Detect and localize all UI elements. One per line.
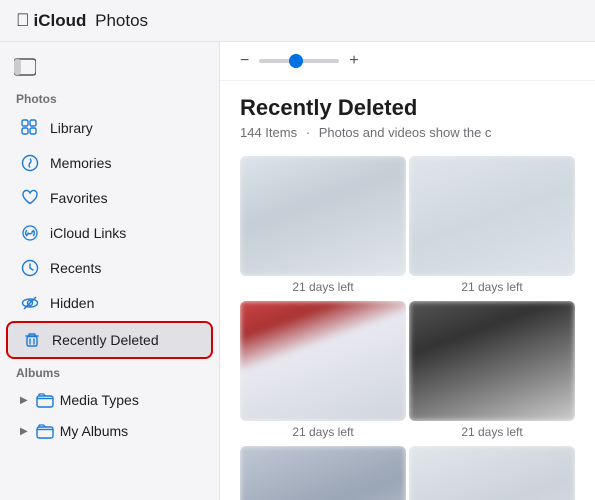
photo-thumb-3 (240, 301, 406, 421)
sidebar-item-icloud-links[interactable]: iCloud Links (6, 216, 213, 250)
heart-icon (20, 188, 40, 208)
memories-icon (20, 153, 40, 173)
photo-thumb-5 (240, 446, 406, 500)
photo-image-4 (409, 301, 575, 421)
photo-image-3 (240, 301, 406, 421)
sidebar: Photos Library Memories (0, 42, 220, 500)
sidebar-item-media-types[interactable]: ▶ Media Types (6, 385, 213, 415)
main-layout: Photos Library Memories (0, 42, 595, 500)
grid-icon (20, 118, 40, 138)
sidebar-item-favorites[interactable]: Favorites (6, 181, 213, 215)
photo-days-4: 21 days left (461, 425, 522, 439)
brand-logo:  iCloud Photos (16, 10, 148, 31)
trash-icon (22, 330, 42, 350)
photo-item-5[interactable]: 21 days left (240, 446, 406, 500)
sidebar-toggle-button[interactable] (0, 54, 219, 86)
sidebar-item-my-albums[interactable]: ▶ My Albums (6, 416, 213, 446)
content-toolbar: − + (220, 42, 595, 81)
link-icon (20, 223, 40, 243)
zoom-in-button[interactable]: + (349, 52, 358, 70)
zoom-out-button[interactable]: − (240, 52, 249, 70)
content-title: Recently Deleted (240, 95, 575, 121)
sidebar-item-favorites-label: Favorites (50, 190, 108, 206)
photo-thumb-6 (409, 446, 575, 500)
brand-name: iCloud (34, 11, 87, 31)
sidebar-item-memories-label: Memories (50, 155, 111, 171)
photo-days-3: 21 days left (292, 425, 353, 439)
photo-item-6[interactable]: 21 days left (409, 446, 575, 500)
photo-item-3[interactable]: 21 days left (240, 301, 406, 443)
app-header:  iCloud Photos (0, 0, 595, 42)
hidden-icon (20, 293, 40, 313)
main-content: − + Recently Deleted 144 Items · Photos … (220, 42, 595, 500)
apple-icon:  (16, 10, 30, 31)
sidebar-item-hidden[interactable]: Hidden (6, 286, 213, 320)
photo-image-6 (409, 446, 575, 500)
my-albums-folder-icon (36, 423, 54, 439)
sidebar-item-my-albums-label: My Albums (60, 423, 128, 439)
photo-thumb-4 (409, 301, 575, 421)
content-header: Recently Deleted 144 Items · Photos and … (220, 81, 595, 150)
sidebar-item-memories[interactable]: Memories (6, 146, 213, 180)
sidebar-item-hidden-label: Hidden (50, 295, 94, 311)
photo-days-1: 21 days left (292, 280, 353, 294)
media-types-folder-icon (36, 392, 54, 408)
clock-icon (20, 258, 40, 278)
sidebar-section-albums: Albums (0, 360, 219, 384)
sidebar-item-media-types-label: Media Types (60, 392, 139, 408)
sidebar-item-recents[interactable]: Recents (6, 251, 213, 285)
product-name: Photos (90, 11, 148, 31)
sidebar-item-recently-deleted[interactable]: Recently Deleted (6, 321, 213, 359)
sidebar-item-library-label: Library (50, 120, 93, 136)
sidebar-item-recently-deleted-label: Recently Deleted (52, 332, 159, 348)
photo-thumb-2 (409, 156, 575, 276)
photo-days-2: 21 days left (461, 280, 522, 294)
zoom-thumb (289, 54, 303, 68)
photo-grid: 21 days left 21 days left 21 days left (220, 150, 595, 500)
photo-image-1 (240, 156, 406, 276)
sidebar-item-library[interactable]: Library (6, 111, 213, 145)
sidebar-section-photos: Photos (0, 86, 219, 110)
separator-dot: · (306, 125, 310, 140)
subtitle-text: Photos and videos show the c (319, 125, 492, 140)
photo-thumb-1 (240, 156, 406, 276)
photo-item-1[interactable]: 21 days left (240, 156, 406, 298)
zoom-slider[interactable] (259, 59, 339, 63)
photo-item-4[interactable]: 21 days left (409, 301, 575, 443)
chevron-right-icon: ▶ (20, 395, 28, 406)
chevron-right-icon-2: ▶ (20, 426, 28, 437)
photo-image-5 (240, 446, 406, 500)
photo-image-2 (409, 156, 575, 276)
sidebar-item-icloud-links-label: iCloud Links (50, 225, 126, 241)
photo-item-2[interactable]: 21 days left (409, 156, 575, 298)
sidebar-item-recents-label: Recents (50, 260, 101, 276)
content-subtitle: 144 Items · Photos and videos show the c (240, 125, 575, 140)
item-count: 144 Items (240, 125, 297, 140)
